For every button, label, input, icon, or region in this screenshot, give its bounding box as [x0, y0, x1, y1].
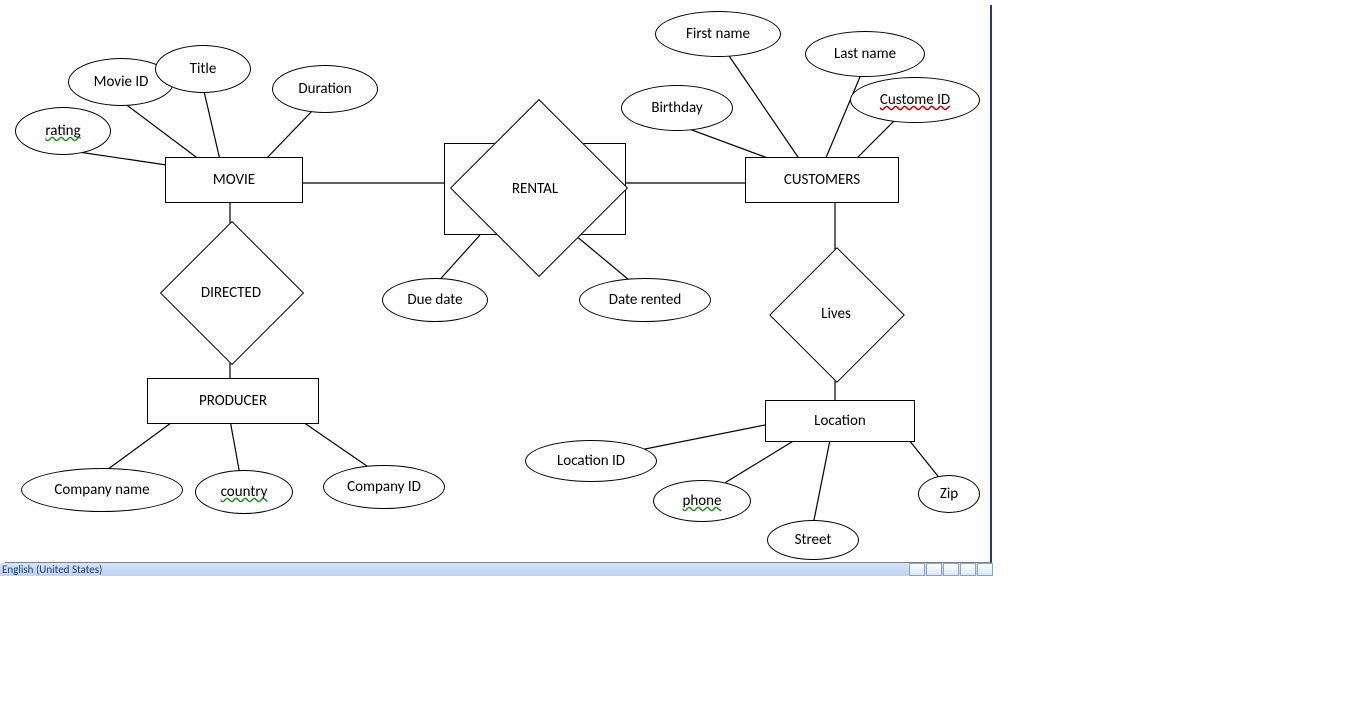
document-canvas: MOVIE rating Movie ID Title Duration REN…	[5, 5, 992, 563]
attr-country: country	[195, 470, 293, 514]
entity-location: Location	[765, 400, 915, 442]
attr-movie-id-label: Movie ID	[94, 73, 149, 91]
attr-street-label: Street	[795, 531, 832, 549]
attr-duration: Duration	[272, 65, 378, 113]
attr-phone: phone	[653, 480, 751, 522]
attr-due-date: Due date	[382, 278, 488, 322]
entity-movie: MOVIE	[165, 157, 303, 203]
entity-customers: CUSTOMERS	[745, 157, 899, 203]
attr-date-rented-label: Date rented	[609, 291, 681, 309]
rel-directed: DIRECTED	[153, 260, 309, 326]
attr-custome-id: Custome ID	[850, 77, 980, 123]
rel-rental-label: RENTAL	[512, 180, 558, 198]
attr-birthday-label: Birthday	[651, 99, 702, 117]
attr-duration-label: Duration	[298, 80, 351, 98]
rel-rental: RENTAL	[444, 143, 626, 235]
attr-company-name: Company name	[21, 468, 183, 512]
attr-title-label: Title	[190, 60, 217, 78]
attr-custome-id-label: Custome ID	[880, 91, 950, 109]
attr-location-id: Location ID	[525, 440, 657, 482]
attr-country-label: country	[221, 483, 268, 501]
attr-location-id-label: Location ID	[557, 452, 625, 470]
attr-phone-label: phone	[682, 492, 721, 510]
attr-last-name: Last name	[805, 31, 925, 77]
attr-title: Title	[155, 45, 251, 93]
attr-first-name-label: First name	[686, 25, 750, 43]
attr-zip: Zip	[918, 475, 980, 513]
entity-producer: PRODUCER	[147, 378, 319, 424]
attr-last-name-label: Last name	[834, 45, 896, 63]
view-web-layout-icon[interactable]	[943, 563, 959, 576]
status-bar: English (United States)	[0, 563, 993, 576]
entity-location-label: Location	[814, 412, 866, 430]
attr-company-id: Company ID	[323, 465, 445, 509]
attr-zip-label: Zip	[940, 485, 958, 503]
attr-rating-label: rating	[45, 122, 80, 140]
rel-lives: Lives	[763, 283, 909, 345]
view-outline-icon[interactable]	[960, 563, 976, 576]
entity-movie-label: MOVIE	[213, 171, 255, 189]
language-indicator[interactable]: English (United States)	[2, 563, 102, 576]
attr-date-rented: Date rented	[579, 278, 711, 322]
attr-due-date-label: Due date	[407, 291, 462, 309]
rel-directed-label: DIRECTED	[201, 284, 261, 302]
attr-street: Street	[767, 520, 859, 560]
attr-rating: rating	[15, 107, 111, 155]
entity-producer-label: PRODUCER	[199, 392, 267, 410]
rel-lives-label: Lives	[821, 305, 851, 323]
entity-customers-label: CUSTOMERS	[784, 171, 860, 189]
attr-birthday: Birthday	[621, 85, 733, 131]
attr-company-name-label: Company name	[54, 481, 149, 499]
view-fullscreen-icon[interactable]	[926, 563, 942, 576]
attr-first-name: First name	[655, 11, 781, 57]
view-switcher	[908, 563, 993, 576]
view-draft-icon[interactable]	[977, 563, 993, 576]
attr-company-id-label: Company ID	[347, 478, 421, 496]
view-print-layout-icon[interactable]	[909, 563, 925, 576]
